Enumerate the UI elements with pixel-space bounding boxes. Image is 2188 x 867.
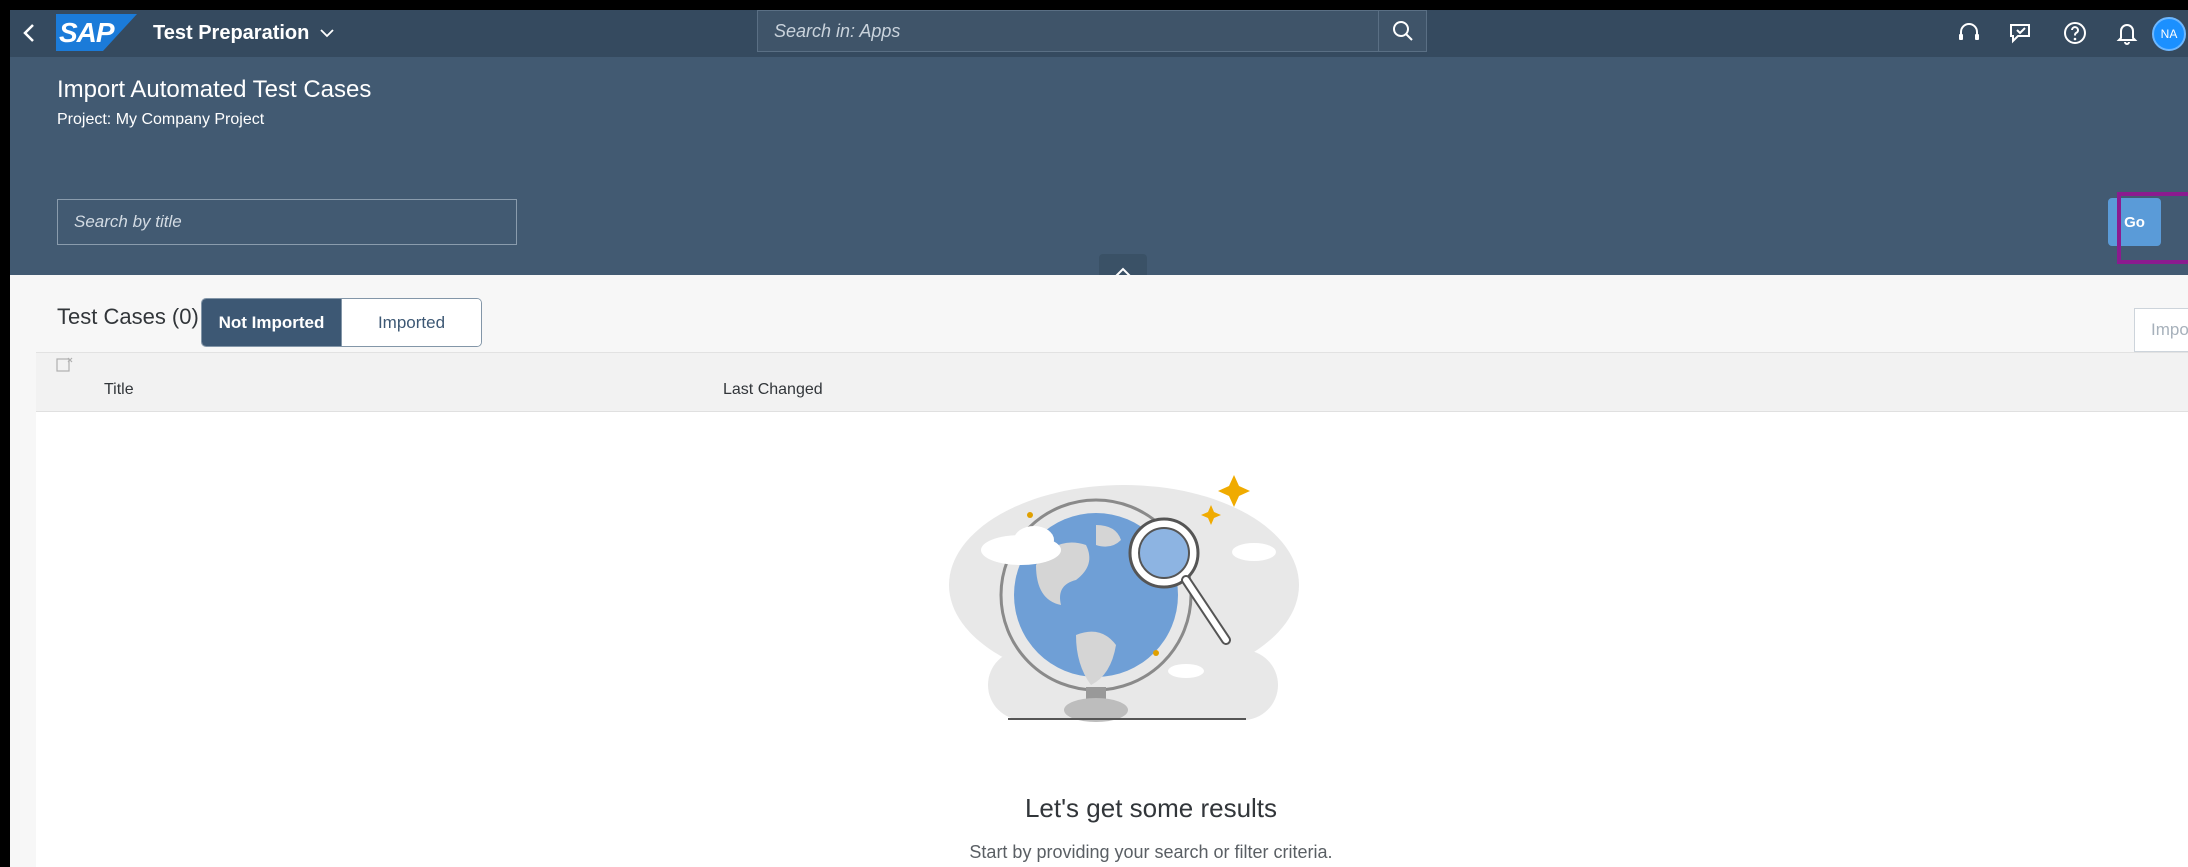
go-button[interactable]: Go	[2108, 198, 2161, 246]
page-header: Import Automated Test Cases Project: My …	[10, 57, 2188, 292]
empty-state-subtitle: Start by providing your search or filter…	[969, 842, 1333, 862]
app-title: Test Preparation	[153, 21, 310, 44]
segment-not-imported[interactable]: Not Imported	[202, 299, 341, 346]
user-avatar[interactable]: NA	[2152, 17, 2186, 51]
shell-search-input[interactable]	[758, 11, 1378, 51]
select-all-checkbox-icon[interactable]	[56, 356, 74, 372]
segmented-button: Not Imported Imported	[201, 298, 482, 347]
bell-icon	[2116, 24, 2138, 45]
search-by-title-field[interactable]	[57, 199, 517, 245]
chevron-left-icon	[23, 24, 34, 42]
help-icon	[2064, 22, 2086, 44]
empty-state-title: Let's get some results	[1024, 793, 1278, 823]
column-last-changed[interactable]: Last Changed	[723, 381, 823, 399]
headset-icon	[1959, 23, 1979, 40]
chevron-down-icon	[320, 29, 334, 38]
column-title[interactable]: Title	[104, 381, 134, 399]
support-button[interactable]	[1952, 18, 1986, 48]
test-cases-table: Test Cases (0) Not Imported Imported Imp…	[36, 275, 2188, 867]
notifications-button[interactable]	[2110, 18, 2144, 48]
logo-text: SAP	[59, 17, 115, 48]
app-title-menu[interactable]: Test Preparation	[153, 18, 335, 48]
table-toolbar: Test Cases (0) Not Imported Imported Imp…	[36, 275, 2188, 353]
back-button[interactable]	[12, 16, 46, 50]
chat-feedback-icon	[2010, 24, 2030, 44]
segment-imported[interactable]: Imported	[341, 299, 481, 346]
globe-search-illustration	[949, 475, 1299, 722]
shell-search-button[interactable]	[1379, 10, 1427, 52]
feedback-button[interactable]	[2004, 18, 2038, 48]
table-column-header: Title Last Changed	[36, 353, 2188, 412]
shell-bar: SAP Test Preparation NA	[10, 10, 2188, 57]
help-button[interactable]	[2058, 18, 2092, 48]
search-icon	[1392, 21, 1413, 41]
shell-search-field[interactable]	[757, 10, 1379, 52]
sap-logo[interactable]: SAP	[56, 14, 137, 51]
search-by-title-input[interactable]	[58, 200, 516, 244]
app-window: SAP Test Preparation NA Import Automated…	[10, 10, 2188, 867]
page-title: Import Automated Test Cases	[57, 76, 372, 103]
table-title: Test Cases (0)	[57, 304, 199, 329]
page-subtitle: Project: My Company Project	[57, 111, 265, 128]
import-button[interactable]: Import	[2134, 308, 2188, 352]
